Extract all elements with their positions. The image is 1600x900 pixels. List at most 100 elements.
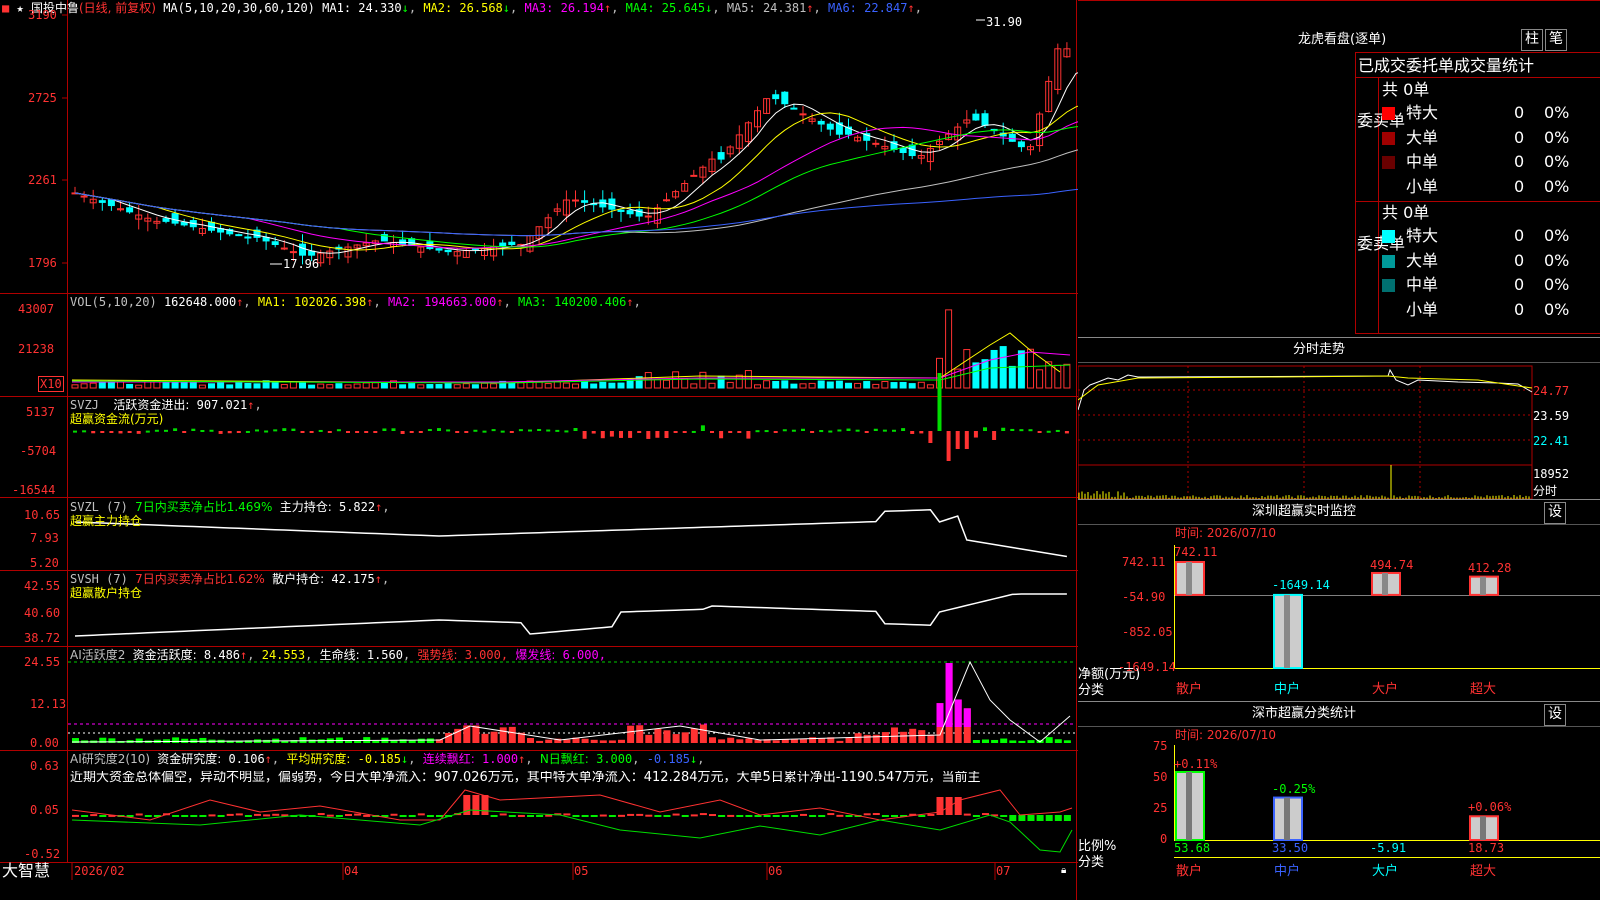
ai-research-bar <box>1009 815 1017 821</box>
monitor-axis-label: 742.11 <box>1122 555 1166 569</box>
ai-active-value4: 3.000 <box>464 648 501 662</box>
column-mode-button[interactable]: 柱 <box>1521 29 1543 51</box>
svzj-bar <box>73 430 77 433</box>
ai-research-bar <box>654 815 662 817</box>
svzl-line <box>74 509 1068 558</box>
monitor-category: 大户 <box>1372 682 1399 697</box>
ai-research-bar <box>272 813 280 816</box>
ma-item-6: MA6: 22.847↑ <box>828 1 915 15</box>
ai-research-value2: -0.185 <box>357 752 402 766</box>
order-percent: 0% <box>1544 103 1570 122</box>
ai-active-bar <box>872 734 880 743</box>
svzj-bar <box>200 430 205 433</box>
ai-research-bar <box>608 815 616 817</box>
svzj-bar <box>964 431 969 449</box>
ai-active-bar <box>390 740 398 743</box>
volume-bar <box>335 383 343 389</box>
stats-settings-button[interactable]: 设 <box>1544 704 1566 726</box>
svzj-bar <box>473 429 478 432</box>
ai-research-bar <box>927 813 935 816</box>
volume-bar <box>490 383 498 389</box>
ai-active-bar <box>690 728 698 743</box>
monitor-settings-button[interactable]: 设 <box>1544 502 1566 524</box>
ai-research-arrow1: ↑ <box>264 752 272 766</box>
ai-research-bar <box>81 815 89 817</box>
volume-bar <box>226 384 234 389</box>
ai-research-bar <box>1018 815 1026 821</box>
intraday-frame <box>1078 365 1533 500</box>
order-type-label: 大单 <box>1406 250 1439 270</box>
svzj-bar <box>182 431 187 433</box>
order-color-swatch <box>1382 303 1395 317</box>
ai-research-bar <box>645 814 653 817</box>
tick-mode-button[interactable]: 笔 <box>1545 29 1567 51</box>
ai-active-bar <box>426 738 434 743</box>
volume-bar <box>553 381 561 389</box>
period-label[interactable]: (日线, 前复权) <box>79 1 156 15</box>
svzj-bar <box>564 430 569 433</box>
ai-research-bar <box>590 815 598 817</box>
svzj-bar <box>218 431 223 434</box>
ai-research-bar <box>636 813 644 816</box>
svzj-bar <box>819 430 824 433</box>
ai-active-label1: 资金活跃度: <box>132 648 197 662</box>
volume-bar <box>608 382 616 389</box>
ai-research-bar <box>244 815 252 817</box>
brand-logo[interactable]: 大智慧 <box>2 861 50 881</box>
volume-bar <box>590 383 598 389</box>
svzj-bar <box>755 430 760 433</box>
vol-axis-label: 43007 <box>18 302 55 316</box>
ai-research-label2: 平均研究度: <box>286 752 351 766</box>
candle-body <box>717 152 725 160</box>
ai-research-bar <box>190 815 198 817</box>
vol-title: VOL(5,10,20) <box>70 295 157 309</box>
ai-research-value4: 3.000 <box>596 752 633 766</box>
tab-filled[interactable]: 已成交 <box>1358 56 1406 75</box>
volume-bar <box>945 309 953 389</box>
ai-research-bar <box>408 815 416 817</box>
candle-body <box>1017 141 1025 148</box>
volume-bar <box>317 383 325 389</box>
svzj-bar <box>1010 428 1015 431</box>
volume-bar <box>271 381 279 389</box>
volume-bar <box>1027 348 1034 389</box>
ai-active-bar <box>991 739 999 743</box>
ai-active-bar <box>135 738 143 743</box>
svzj-bar <box>109 431 114 433</box>
svzj-bar <box>291 428 296 431</box>
svzj-bar <box>1019 429 1024 432</box>
stats-bottom-value: 18.73 <box>1468 841 1505 855</box>
ai-active-bar <box>663 730 671 743</box>
lock-icon[interactable]: 🔒︎ <box>1061 864 1066 878</box>
svzl-axis-label: 10.65 <box>24 508 61 522</box>
tab-orders[interactable]: 委托单 <box>1406 56 1454 75</box>
monitor-title: 深圳超赢实时监控 <box>1252 504 1357 519</box>
svzj-header: SVZJ 活跃资金进出: 907.021↑, <box>70 398 262 412</box>
ai-research-bar <box>499 813 507 816</box>
settings-icon[interactable]: ■ <box>2 1 9 15</box>
order-percent: 0% <box>1544 226 1570 245</box>
stats-bottom-value: 53.68 <box>1174 841 1211 855</box>
ai-research-bar <box>254 813 261 816</box>
ma-line-20 <box>74 121 1078 249</box>
candle-body <box>772 94 780 100</box>
ai-research-bar <box>235 813 243 816</box>
svsh-hold-value: 42.175 <box>331 572 375 586</box>
candle-body <box>271 241 279 245</box>
ai-research-commentary: 近期大资金总体偏空，异动不明显，偏弱势，今日大单净流入：907.026万元，其中… <box>70 771 981 785</box>
favorite-star-icon[interactable]: ★ <box>16 1 23 15</box>
candle-body <box>817 120 825 125</box>
order-type-label: 大单 <box>1406 127 1439 147</box>
svzj-bar <box>873 428 878 431</box>
svzj-bar <box>164 429 168 432</box>
svzj-bar <box>719 431 724 439</box>
ai-research-bar <box>226 813 234 816</box>
svzj-bar <box>127 431 132 433</box>
ai-research-bar <box>699 813 707 816</box>
vol-multiplier[interactable]: X10 <box>38 376 64 392</box>
tab-volume-stats[interactable]: 成交量统计 <box>1454 56 1534 75</box>
svzj-bar <box>400 431 405 434</box>
volume-bar <box>408 383 416 389</box>
buy-count: 共 0单 <box>1382 80 1430 99</box>
order-count: 0 <box>1514 127 1525 147</box>
